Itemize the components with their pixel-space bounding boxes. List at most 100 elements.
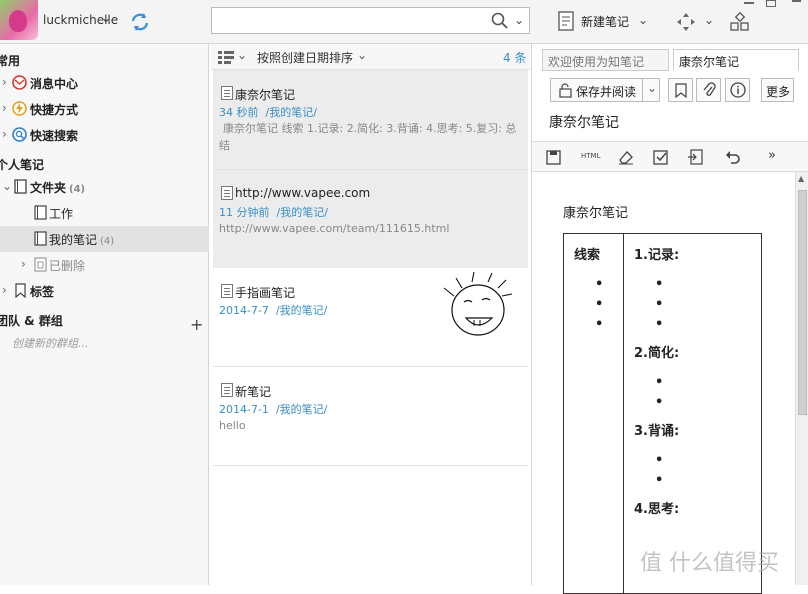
document-title: 康奈尔笔记 (563, 206, 629, 221)
add-group-icon[interactable]: + (190, 315, 203, 334)
quick-search-icon (12, 127, 27, 142)
sidebar-item-quick-search[interactable]: › 快速搜索 (0, 122, 209, 148)
list-item[interactable]: 手指画笔记 2014-7-7 /我的笔记/ (213, 268, 528, 367)
note-preview: 康奈尔笔记 线索 1.记录: 2.简化: 3.背诵: 4.思考: 5.复习: 总… (219, 122, 517, 152)
bookmark-icon[interactable] (668, 78, 693, 102)
bullet: • (595, 277, 604, 292)
section-heading: 2.简化: (634, 346, 680, 361)
note-title: 康奈尔笔记 (235, 88, 296, 102)
note-icon (221, 186, 233, 200)
note-meta: 11 分钟前 /我的笔记/ (219, 206, 328, 219)
move-icon[interactable] (676, 12, 696, 32)
cue-column: 线索 • • • (563, 233, 624, 594)
bullet: • (595, 297, 604, 312)
info-icon[interactable] (725, 78, 750, 102)
note-title-field[interactable]: 康奈尔笔记 (549, 112, 619, 132)
sidebar-item-label: 已删除 (49, 259, 86, 273)
new-note-chevron-icon[interactable]: ⌄ (638, 13, 648, 27)
undo-icon[interactable] (725, 149, 741, 165)
finger-drawing-thumbnail (443, 271, 513, 336)
trash-icon (34, 257, 47, 272)
note-icon (221, 383, 233, 397)
chevron-down-icon[interactable]: ⌄ (2, 179, 12, 193)
checkbox-icon[interactable] (653, 149, 669, 165)
sidebar-item-work[interactable]: 工作 (0, 200, 209, 226)
message-center-icon (12, 75, 27, 90)
list-item[interactable]: http://www.vapee.com 11 分钟前 /我的笔记/ http:… (213, 169, 528, 268)
create-group-link[interactable]: 创建新的群组... (12, 335, 89, 351)
html-icon[interactable]: HTML (581, 152, 600, 160)
chevron-down-icon[interactable]: ⌄ (101, 11, 111, 25)
vertical-scrollbar[interactable]: ▲ (795, 172, 808, 585)
sort-chevron-icon[interactable]: ⌄ (357, 48, 367, 62)
section-header-team: 团队 & 群组 (0, 314, 63, 328)
section-header-personal: 个人笔记 (0, 158, 45, 172)
chevron-right-icon[interactable]: › (2, 75, 7, 89)
notebook-icon (14, 179, 27, 194)
note-meta: 34 秒前 /我的笔记/ (219, 106, 317, 119)
section-heading: 1.记录: (634, 248, 680, 263)
move-chevron-icon[interactable]: ⌄ (704, 13, 714, 27)
format-toolbar: HTML » (532, 142, 808, 172)
more-tools-icon[interactable]: » (768, 148, 776, 163)
view-chevron-icon[interactable]: ⌄ (237, 48, 247, 62)
layout-grid-icon[interactable] (730, 12, 750, 32)
lock-icon (559, 83, 572, 98)
sidebar-item-label: 文件夹 (4) (30, 181, 86, 195)
note-list-header: ⌄ 按照创建日期排序 ⌄ 4 条 (211, 44, 530, 70)
list-item[interactable]: 新笔记 2014-7-1 /我的笔记/ hello (213, 367, 528, 466)
sidebar-item-deleted[interactable]: › 已删除 (0, 252, 209, 278)
chevron-right-icon[interactable]: › (2, 127, 7, 141)
chevron-right-icon[interactable]: › (21, 257, 26, 271)
tag-icon (15, 283, 26, 298)
minimize-icon[interactable] (742, 0, 756, 8)
save-and-read-label: 保存并阅读 (576, 85, 637, 99)
sidebar-item-messages[interactable]: › 消息中心 (0, 70, 209, 96)
sidebar-item-tags[interactable]: › 标签 (0, 278, 209, 304)
sidebar-item-label: 快速搜索 (30, 129, 79, 143)
chevron-right-icon[interactable]: › (2, 101, 7, 115)
close-icon[interactable] (788, 0, 804, 8)
maximize-icon[interactable] (766, 0, 776, 8)
bullet: • (595, 317, 604, 332)
note-meta: 2014-7-1 /我的笔记/ (219, 403, 328, 416)
new-note-icon[interactable] (558, 11, 576, 33)
search-input[interactable] (211, 7, 530, 34)
cornell-table: 线索 • • • 1.记录: • • • 2.简化: • • 3.背诵: • • 4.思… (563, 233, 762, 594)
section-header-common: 常用 (0, 54, 21, 68)
note-title: http://www.vapee.com (235, 186, 371, 200)
section-heading: 3.背诵: (634, 424, 680, 439)
more-button[interactable]: 更多 (761, 78, 794, 102)
sidebar-item-my-notes[interactable]: 我的笔记 (4) (0, 226, 209, 252)
insert-page-icon[interactable] (688, 149, 704, 165)
note-preview: hello (219, 419, 246, 432)
chevron-right-icon[interactable]: › (2, 283, 7, 297)
search-options-chevron-icon[interactable]: ⌄ (514, 13, 524, 27)
note-count: 4 条 (503, 51, 527, 65)
sidebar-item-shortcuts[interactable]: › 快捷方式 (0, 96, 209, 122)
more-label: 更多 (766, 85, 791, 99)
list-item[interactable]: 康奈尔笔记 34 秒前 /我的笔记/ 康奈尔笔记 线索 1.记录: 2.简化: … (213, 70, 528, 169)
new-note-button[interactable]: 新建笔记 (581, 13, 629, 30)
avatar[interactable] (0, 0, 38, 40)
folder-icon (34, 205, 47, 220)
sidebar-item-folders[interactable]: ⌄ 文件夹 (4) (0, 174, 209, 200)
eraser-icon[interactable] (618, 149, 634, 165)
sort-menu[interactable]: 按照创建日期排序 (257, 49, 353, 66)
cue-label: 线索 (574, 248, 601, 263)
note-title: 手指画笔记 (235, 286, 296, 300)
top-toolbar: luckmichelle ⌄ ⌄ 新建笔记 ⌄ ⌄ (0, 0, 808, 44)
attachment-icon[interactable] (696, 78, 721, 102)
scroll-up-icon[interactable]: ▲ (798, 174, 804, 183)
list-view-icon[interactable] (218, 50, 234, 64)
save-icon[interactable] (546, 150, 561, 165)
search-icon[interactable] (490, 11, 510, 31)
note-icon (221, 284, 233, 298)
save-options-chevron-icon[interactable]: ⌄ (642, 78, 660, 102)
tab-welcome[interactable]: 欢迎使用为知笔记 (542, 49, 669, 71)
scrollbar-thumb[interactable] (798, 190, 807, 415)
note-title: 新笔记 (235, 385, 272, 399)
sync-icon[interactable] (128, 10, 152, 34)
tab-cornell-note[interactable]: 康奈尔笔记 (673, 49, 799, 71)
note-icon (221, 86, 233, 100)
